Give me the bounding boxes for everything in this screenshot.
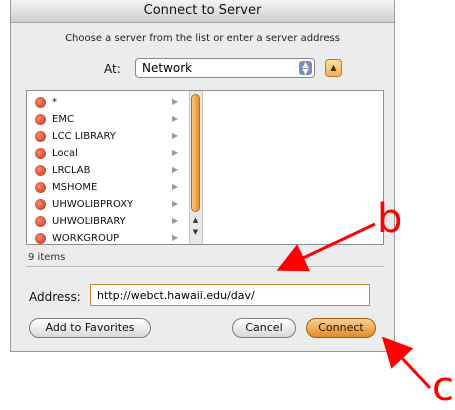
arrow-b xyxy=(276,222,376,272)
arrow-c xyxy=(381,336,432,390)
annotation-label-b: b xyxy=(377,196,403,242)
annotation-label-c: c xyxy=(432,364,454,410)
